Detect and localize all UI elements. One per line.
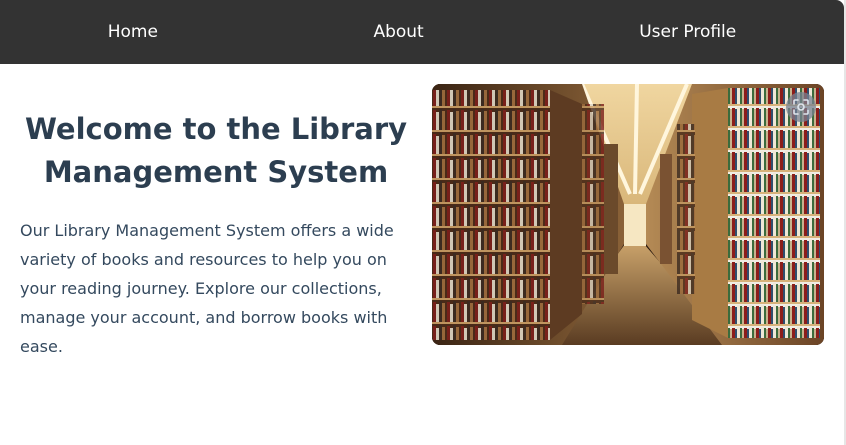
library-image bbox=[432, 84, 824, 345]
hero-text: Welcome to the Library Management System… bbox=[20, 108, 412, 361]
hero-title: Welcome to the Library Management System bbox=[24, 112, 408, 189]
hero-section: Welcome to the Library Management System… bbox=[0, 64, 844, 445]
page: Home About User Profile Welcome to the L… bbox=[0, 0, 846, 445]
visual-search-icon bbox=[793, 99, 809, 115]
nav-home-link[interactable]: Home bbox=[108, 22, 158, 42]
hero-description: Our Library Management System offers a w… bbox=[20, 221, 394, 356]
navbar: Home About User Profile bbox=[0, 0, 844, 64]
nav-user-profile-link[interactable]: User Profile bbox=[639, 22, 736, 42]
visual-search-button[interactable] bbox=[786, 92, 816, 122]
library-shelves-illustration bbox=[432, 84, 824, 345]
nav-about-link[interactable]: About bbox=[373, 22, 423, 42]
